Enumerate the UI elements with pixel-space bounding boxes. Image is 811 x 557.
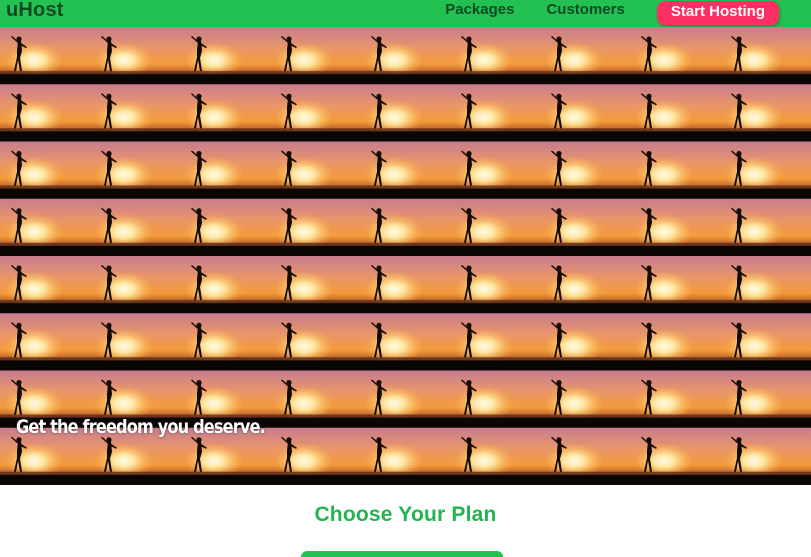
brand-logo[interactable]: uHost [6,0,64,20]
plans-section-title: Choose Your Plan [314,503,497,526]
plans-section: Choose Your Plan [0,485,811,557]
start-hosting-button[interactable]: Start Hosting [656,0,779,25]
hero-tagline: Get the freedom you deserve. [16,416,266,438]
nav-link-packages[interactable]: Packages [445,1,514,18]
nav-link-customers[interactable]: Customers [546,1,624,18]
hero-section: Get the freedom you deserve. [0,27,811,485]
main-nav: Packages Customers Start Hosting [445,0,811,27]
plan-card-edge [301,551,503,557]
top-navigation-bar: uHost Packages Customers Start Hosting [0,0,811,27]
